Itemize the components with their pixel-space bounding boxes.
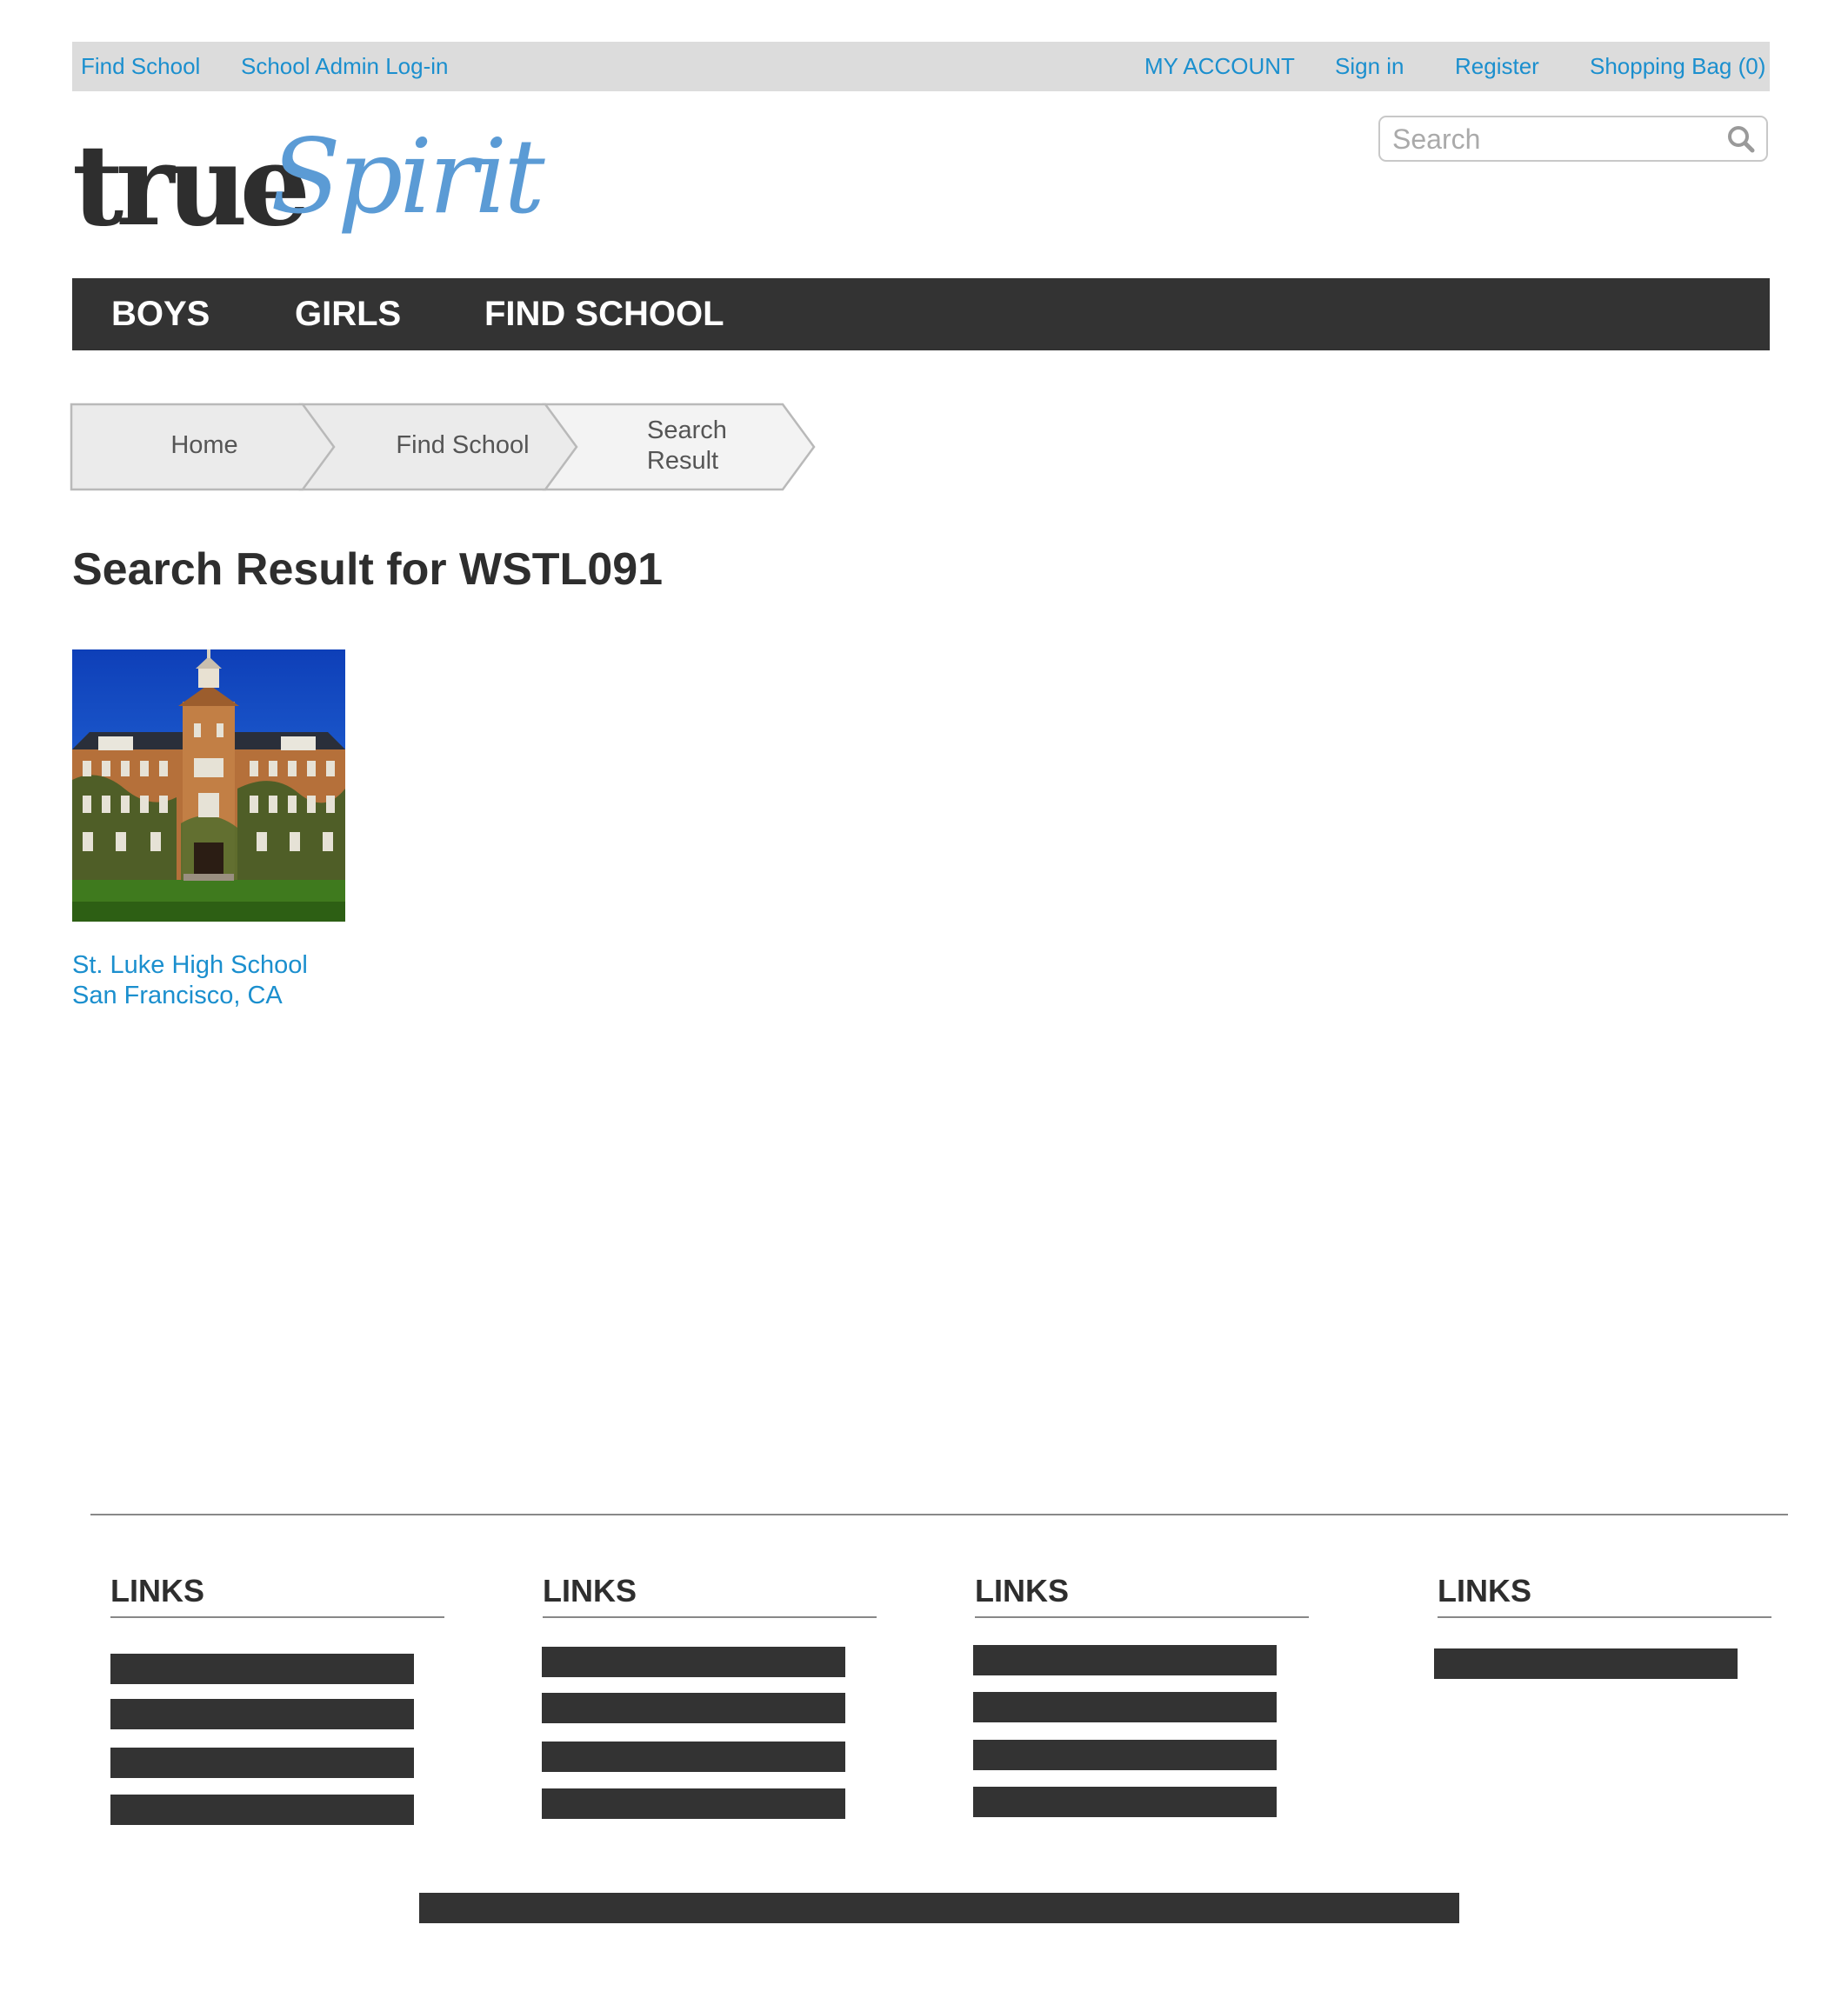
footer-column-2: LINKS (543, 1565, 877, 1618)
footer-column-1: LINKS (110, 1565, 444, 1618)
footer-column-4: LINKS (1438, 1565, 1771, 1618)
nav-item-boys[interactable]: BOYS (111, 278, 210, 350)
search-input[interactable] (1391, 121, 1725, 158)
page-title: Search Result for WSTL091 (72, 544, 664, 595)
footer-heading-links: LINKS (110, 1565, 444, 1618)
school-admin-login-link[interactable]: School Admin Log-in (241, 42, 448, 91)
footer-heading-links: LINKS (975, 1565, 1309, 1618)
sign-in-link[interactable]: Sign in (1335, 42, 1404, 91)
school-location-link[interactable]: San Francisco, CA (72, 982, 283, 1010)
breadcrumb-result-label[interactable]: Result (596, 446, 770, 476)
breadcrumb-find-school-label[interactable]: Find School (350, 430, 576, 461)
main-nav: BOYS GIRLS FIND SCHOOL (72, 278, 1770, 350)
footer-divider (90, 1514, 1788, 1515)
footer-link[interactable] (110, 1795, 414, 1825)
footer-link[interactable] (973, 1787, 1277, 1817)
footer-link[interactable] (1434, 1648, 1738, 1679)
footer-link[interactable] (542, 1788, 845, 1819)
footer-link[interactable] (542, 1742, 845, 1772)
my-account-link[interactable]: MY ACCOUNT (1144, 42, 1295, 91)
breadcrumb-home-label[interactable]: Home (70, 430, 339, 461)
breadcrumb: Home Find School Search Result (70, 403, 817, 491)
breadcrumb-search-label[interactable]: Search (600, 416, 774, 446)
utility-bar: Find School School Admin Log-in MY ACCOU… (72, 42, 1770, 91)
footer-heading-links: LINKS (543, 1565, 877, 1618)
logo-text-spirit: Spirit (270, 117, 545, 236)
footer-link[interactable] (973, 1740, 1277, 1770)
footer-link[interactable] (973, 1645, 1277, 1675)
search-icon[interactable] (1726, 124, 1756, 154)
footer-heading-links: LINKS (1438, 1565, 1771, 1618)
nav-item-girls[interactable]: GIRLS (295, 278, 401, 350)
footer-link[interactable] (110, 1748, 414, 1778)
footer-link[interactable] (110, 1699, 414, 1729)
find-school-link[interactable]: Find School (81, 42, 200, 91)
search-box (1378, 116, 1768, 162)
footer-column-3: LINKS (975, 1565, 1309, 1618)
shopping-bag-link[interactable]: Shopping Bag (0) (1590, 42, 1765, 91)
truespirit-logo[interactable]: true Spirit (72, 121, 545, 261)
school-photo[interactable] (72, 649, 345, 922)
school-name-link[interactable]: St. Luke High School (72, 951, 308, 980)
register-link[interactable]: Register (1455, 42, 1539, 91)
footer-copyright-bar (419, 1893, 1459, 1923)
logo-text-true: true (72, 121, 310, 251)
footer-link[interactable] (542, 1693, 845, 1723)
footer-link[interactable] (110, 1654, 414, 1684)
footer-link[interactable] (973, 1692, 1277, 1722)
nav-item-find-school[interactable]: FIND SCHOOL (484, 278, 724, 350)
footer-link[interactable] (542, 1647, 845, 1677)
